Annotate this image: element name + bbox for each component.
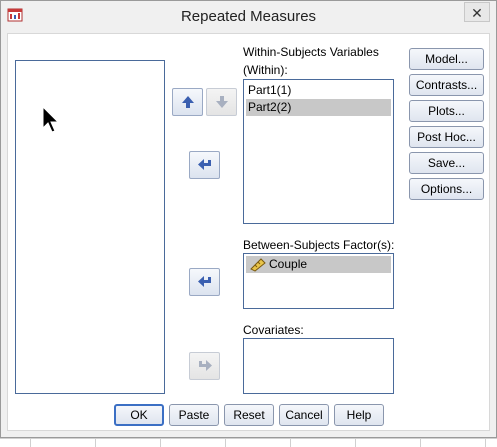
help-button[interactable]: Help	[334, 404, 384, 426]
list-item[interactable]: Part1(1)	[246, 82, 391, 99]
reset-button[interactable]: Reset	[224, 404, 274, 426]
close-button[interactable]: ✕	[464, 2, 490, 22]
cancel-button[interactable]: Cancel	[279, 404, 329, 426]
ok-button[interactable]: OK	[114, 404, 164, 426]
title-bar: Repeated Measures ✕	[1, 1, 496, 32]
within-subjects-list[interactable]: Part1(1) Part2(2)	[243, 79, 394, 224]
move-up-button[interactable]	[172, 88, 203, 116]
move-to-between-button[interactable]	[189, 268, 220, 296]
list-item[interactable]: Couple	[246, 256, 391, 273]
covariates-list[interactable]	[243, 338, 394, 394]
options-button[interactable]: Options...	[409, 178, 484, 200]
paste-button[interactable]: Paste	[169, 404, 219, 426]
contrasts-button[interactable]: Contrasts...	[409, 74, 484, 96]
save-button[interactable]: Save...	[409, 152, 484, 174]
between-label: Between-Subjects Factor(s):	[243, 238, 395, 252]
between-item-label: Couple	[269, 257, 308, 271]
list-item[interactable]: Part2(2)	[246, 99, 391, 116]
dialog-body: Within-Subjects Variables (Within): Part…	[7, 33, 490, 431]
model-button[interactable]: Model...	[409, 48, 484, 70]
plots-button[interactable]: Plots...	[409, 100, 484, 122]
within-label-line1: Within-Subjects Variables	[243, 45, 379, 59]
post-hoc-button[interactable]: Post Hoc...	[409, 126, 484, 148]
between-subjects-list[interactable]: Couple	[243, 253, 394, 309]
mouse-cursor-icon	[42, 106, 60, 133]
move-down-button[interactable]	[206, 88, 237, 116]
arrow-right-icon	[199, 360, 212, 371]
arrow-left-icon	[198, 276, 211, 287]
arrow-left-icon	[198, 159, 211, 170]
arrow-up-icon	[182, 96, 194, 108]
repeated-measures-dialog: Repeated Measures ✕ Within-Subjects Vari…	[0, 0, 497, 438]
arrow-down-icon	[216, 96, 228, 108]
source-variable-list[interactable]	[15, 60, 165, 394]
ruler-nominal-icon	[250, 258, 266, 272]
move-to-covariates-button[interactable]	[189, 352, 220, 380]
within-label-line2: (Within):	[243, 63, 288, 77]
covariates-label: Covariates:	[243, 323, 304, 337]
window-title: Repeated Measures	[180, 8, 317, 25]
move-to-within-button[interactable]	[189, 151, 220, 179]
